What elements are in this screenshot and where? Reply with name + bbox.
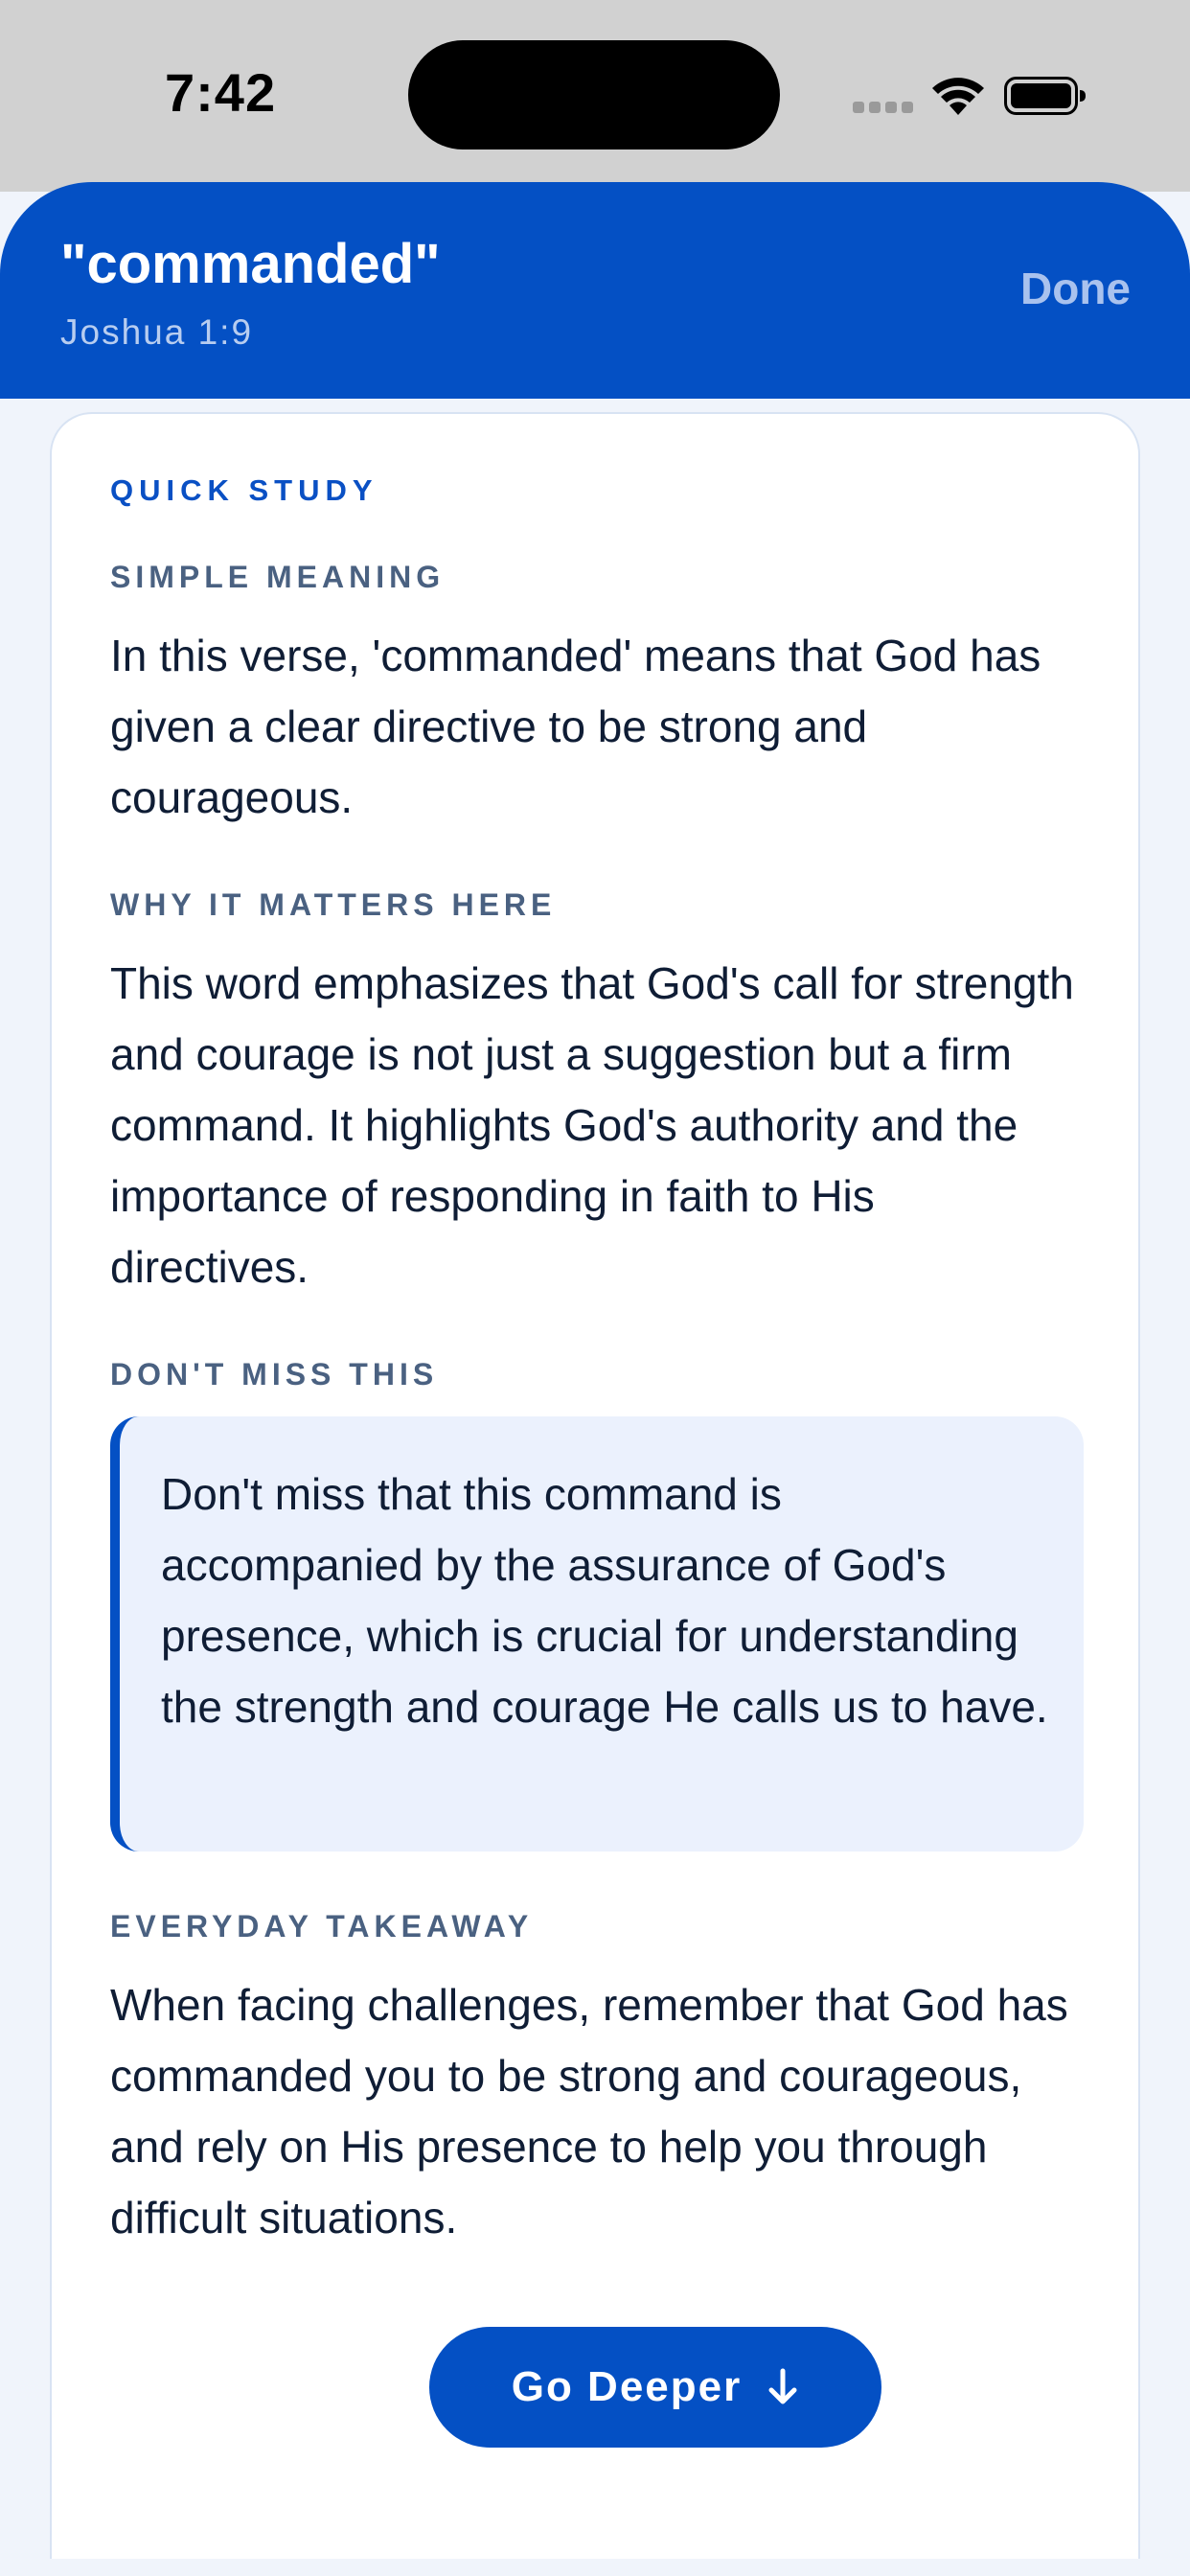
dynamic-island (408, 40, 780, 150)
section-text-simple-meaning: In this verse, 'commanded' means that Go… (110, 631, 1041, 822)
go-deeper-label: Go Deeper (511, 2363, 743, 2410)
sheet-header: "commanded" Joshua 1:9 Done (0, 182, 1190, 399)
go-deeper-button[interactable]: Go Deeper (429, 2327, 881, 2448)
section-text-dont-miss-this: Don't miss that this command is accompan… (161, 1469, 1048, 1732)
quick-study-card: QUICK STUDY SIMPLE MEANING In this verse… (50, 412, 1140, 2559)
dont-miss-callout: Don't miss that this command is accompan… (110, 1416, 1084, 1852)
cellular-signal-icon (853, 102, 914, 115)
verse-reference: Joshua 1:9 (60, 312, 254, 352)
section-label-everyday-takeaway: EVERYDAY TAKEAWAY (110, 1909, 534, 1944)
section-label-dont-miss-this: DON'T MISS THIS (110, 1357, 439, 1392)
done-button[interactable]: Done (1020, 263, 1131, 314)
section-label-why-it-matters: WHY IT MATTERS HERE (110, 887, 557, 922)
status-time: 7:42 (165, 62, 277, 123)
wifi-icon (932, 78, 984, 115)
arrow-down-icon (768, 2368, 797, 2404)
quick-study-kicker: QUICK STUDY (110, 473, 378, 507)
section-label-simple-meaning: SIMPLE MEANING (110, 560, 446, 594)
word-title: "commanded" (60, 233, 441, 295)
section-text-everyday-takeaway: When facing challenges, remember that Go… (110, 1980, 1068, 2242)
section-text-why-it-matters: This word emphasizes that God's call for… (110, 958, 1074, 1292)
status-bar: 7:42 (0, 0, 1190, 192)
battery-icon (1004, 77, 1086, 115)
